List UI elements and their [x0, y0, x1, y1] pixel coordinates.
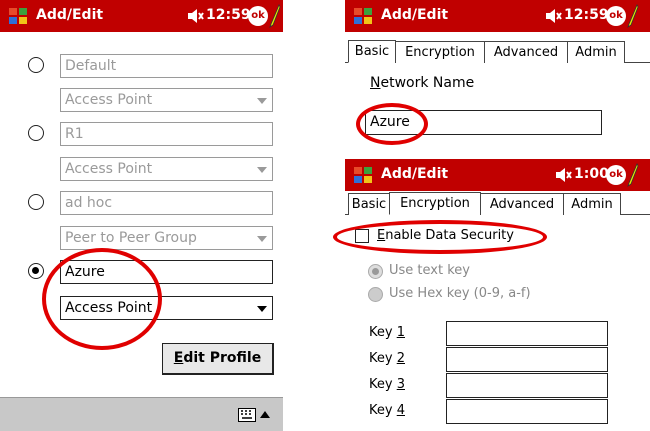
ok-button[interactable]: ok — [248, 6, 268, 26]
speaker-muted-icon[interactable] — [546, 9, 562, 23]
use-hex-key-radio[interactable] — [368, 287, 383, 302]
key-number: 2 — [396, 351, 405, 366]
ok-button[interactable]: ok — [606, 165, 626, 185]
left-title-bar: Add/Edit 12:59 ok — [0, 0, 283, 32]
network-name-hotkey: N — [370, 75, 381, 91]
pen-icon[interactable] — [627, 163, 639, 187]
profile-radio-default[interactable] — [28, 57, 44, 73]
left-clock[interactable]: 12:59 — [206, 7, 251, 23]
windows-start-icon[interactable] — [351, 4, 375, 28]
dropdown-arrow-icon — [257, 167, 267, 173]
bottom-right-screen: Add/Edit 1:00 ok Basic Encryption Advanc… — [333, 159, 650, 431]
key-number: 3 — [396, 377, 405, 392]
key-prefix: Key — [369, 377, 397, 392]
pen-icon[interactable] — [269, 4, 281, 28]
profile-name-field-r1[interactable]: R1 — [60, 122, 273, 146]
key-prefix: Key — [369, 351, 397, 366]
top-right-window-title: Add/Edit — [381, 7, 449, 23]
dropdown-arrow-icon — [257, 306, 267, 312]
dropdown-arrow-icon — [257, 98, 267, 104]
key-1-input[interactable] — [446, 321, 608, 346]
key-3-label: Key 3 — [369, 377, 405, 392]
profile-type-value: Access Point — [65, 92, 153, 108]
key-1-label: Key 1 — [369, 325, 405, 340]
tab-advanced[interactable]: Advanced — [480, 193, 564, 215]
profile-radio-adhoc[interactable] — [28, 194, 44, 210]
profile-type-select-r1[interactable]: Access Point — [60, 157, 273, 181]
profile-type-value: Access Point — [65, 161, 153, 177]
use-text-key-label[interactable]: Use text key — [389, 263, 470, 278]
profile-name-field-adhoc[interactable]: ad hoc — [60, 191, 273, 215]
annotation-circle-network-name — [356, 103, 428, 145]
network-name-label-text: etwork Name — [380, 75, 475, 91]
radio-selected-dot — [372, 268, 379, 275]
profile-type-select-default[interactable]: Access Point — [60, 88, 273, 112]
key-4-label: Key 4 — [369, 403, 405, 418]
bottom-right-title-bar: Add/Edit 1:00 ok — [345, 159, 650, 191]
left-screen: Add/Edit 12:59 ok Default Access Point R… — [0, 0, 283, 431]
use-hex-key-label[interactable]: Use Hex key (0-9, a-f) — [389, 286, 531, 301]
key-2-label: Key 2 — [369, 351, 405, 366]
key-2-input[interactable] — [446, 347, 608, 372]
windows-start-icon[interactable] — [351, 163, 375, 187]
key-number: 1 — [396, 325, 405, 340]
key-prefix: Key — [369, 403, 397, 418]
tab-advanced[interactable]: Advanced — [484, 41, 568, 63]
left-window-title: Add/Edit — [36, 7, 104, 23]
ok-button[interactable]: ok — [606, 6, 626, 26]
tab-basic[interactable]: Basic — [348, 193, 390, 215]
top-right-title-bar: Add/Edit 12:59 ok — [345, 0, 650, 32]
tab-basic[interactable]: Basic — [348, 40, 396, 63]
speaker-muted-icon[interactable] — [556, 168, 572, 182]
windows-start-icon[interactable] — [6, 4, 30, 28]
top-right-screen: Add/Edit 12:59 ok Basic Encryption Advan… — [345, 0, 650, 150]
key-4-input[interactable] — [446, 399, 608, 424]
annotation-circle-enable-security — [333, 220, 547, 254]
top-right-clock[interactable]: 12:59 — [564, 7, 609, 23]
profile-type-select-adhoc[interactable]: Peer to Peer Group — [60, 226, 273, 250]
taskbar — [0, 397, 283, 431]
annotation-circle-azure-profile — [42, 248, 162, 350]
tab-encryption[interactable]: Encryption — [395, 41, 485, 63]
network-name-label: Network Name — [370, 75, 474, 91]
tab-admin[interactable]: Admin — [567, 41, 625, 63]
keyboard-icon[interactable] — [238, 408, 256, 422]
key-prefix: Key — [369, 325, 397, 340]
bottom-right-clock[interactable]: 1:00 — [574, 166, 609, 182]
pen-icon[interactable] — [627, 4, 639, 28]
tab-encryption[interactable]: Encryption — [389, 192, 481, 215]
edit-profile-label: dit Profile — [183, 350, 262, 366]
edit-profile-hotkey: E — [173, 350, 184, 366]
key-number: 4 — [396, 403, 405, 418]
profile-radio-azure[interactable] — [28, 263, 44, 279]
input-menu-arrow-icon[interactable] — [260, 410, 270, 418]
key-3-input[interactable] — [446, 373, 608, 398]
use-text-key-radio[interactable] — [368, 264, 383, 279]
tab-admin[interactable]: Admin — [563, 193, 621, 215]
radio-selected-dot — [32, 267, 39, 274]
profile-type-value: Peer to Peer Group — [65, 230, 197, 246]
profile-name-field-default[interactable]: Default — [60, 54, 273, 78]
bottom-right-window-title: Add/Edit — [381, 166, 449, 182]
profile-radio-r1[interactable] — [28, 125, 44, 141]
edit-profile-button[interactable]: Edit Profile — [162, 343, 274, 375]
speaker-muted-icon[interactable] — [188, 9, 204, 23]
dropdown-arrow-icon — [257, 236, 267, 242]
